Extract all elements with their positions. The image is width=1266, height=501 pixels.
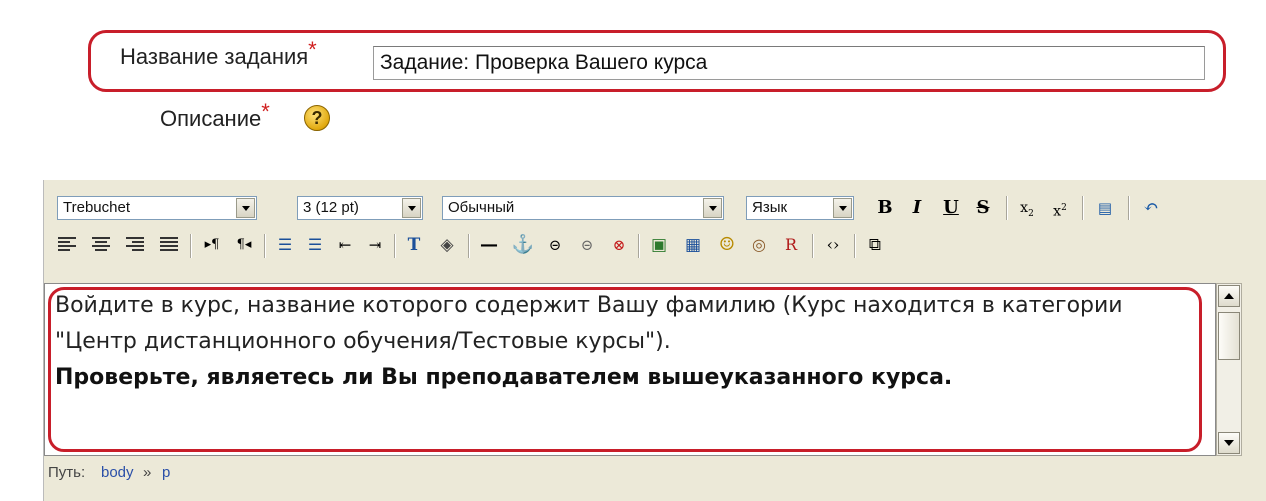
unordered-list-icon[interactable]: ☰ — [302, 232, 328, 258]
toolbar-separator — [1082, 196, 1084, 220]
ordered-list-icon[interactable]: ☰ — [272, 232, 298, 258]
chevron-down-icon — [402, 198, 421, 218]
align-left-icon[interactable] — [58, 237, 76, 251]
toolbar-separator — [468, 234, 470, 258]
rich-text-editor: Trebuchet 3 (12 pt) Обычный Язык B I U S… — [43, 180, 1266, 501]
align-justify-icon[interactable] — [160, 237, 178, 251]
title-label: Название задания* — [120, 37, 317, 70]
align-right-icon[interactable] — [126, 237, 144, 251]
toolbar-separator — [638, 234, 640, 258]
toolbar-separator — [1006, 196, 1008, 220]
indent-icon[interactable]: ⇥ — [362, 232, 388, 258]
path-item-body[interactable]: body — [101, 464, 134, 481]
search-replace-icon[interactable]: R — [778, 232, 804, 258]
special-char-icon[interactable]: ◎ — [746, 232, 772, 258]
font-family-value: Trebuchet — [63, 199, 130, 216]
language-value: Язык — [752, 199, 788, 216]
chevron-down-icon — [1224, 440, 1234, 446]
text-color-icon[interactable]: T — [401, 232, 427, 258]
editor-scrollbar[interactable] — [1216, 283, 1242, 456]
align-center-icon[interactable] — [92, 237, 110, 251]
font-family-select[interactable]: Trebuchet — [57, 196, 257, 220]
paste-word-icon[interactable]: ▤ — [1092, 195, 1118, 221]
help-icon[interactable]: ? — [304, 105, 330, 131]
chevron-down-icon — [703, 198, 722, 218]
status-path-bar: Путь: body » p — [44, 456, 1266, 501]
underline-icon[interactable]: U — [938, 195, 964, 221]
anchor-icon[interactable]: ⚓ — [510, 232, 536, 258]
italic-icon[interactable]: I — [904, 195, 930, 221]
bg-color-icon[interactable]: ◈ — [434, 232, 460, 258]
horizontal-rule-icon[interactable]: — — [476, 232, 502, 258]
required-star: * — [261, 99, 270, 124]
outdent-icon[interactable]: ⇤ — [332, 232, 358, 258]
path-separator: » — [143, 464, 152, 481]
font-size-select[interactable]: 3 (12 pt) — [297, 196, 423, 220]
toolbar-separator — [1128, 196, 1130, 220]
chevron-down-icon — [833, 198, 852, 218]
toolbar-separator — [190, 234, 192, 258]
scroll-down-button[interactable] — [1218, 432, 1240, 454]
path-item-p[interactable]: p — [162, 464, 170, 481]
toolbar-separator — [854, 234, 856, 258]
scroll-thumb[interactable] — [1218, 312, 1240, 360]
format-select[interactable]: Обычный — [442, 196, 724, 220]
unlink-icon[interactable]: ⊝ — [574, 232, 600, 258]
title-label-text: Название задания — [120, 44, 309, 69]
undo-icon[interactable]: ↶ — [1138, 195, 1164, 221]
bold-icon[interactable]: B — [872, 195, 898, 221]
description-label: Описание* — [160, 99, 270, 132]
chevron-up-icon — [1224, 293, 1234, 299]
smiley-icon[interactable]: ☺ — [714, 232, 740, 258]
format-value: Обычный — [448, 199, 515, 216]
content-highlight-annotation — [48, 287, 1202, 452]
scroll-up-button[interactable] — [1218, 285, 1240, 307]
description-label-text: Описание — [160, 106, 262, 131]
chevron-down-icon — [236, 198, 255, 218]
superscript-icon[interactable]: x2 — [1047, 195, 1073, 221]
editor-content-area[interactable]: Войдите в курс, название которого содерж… — [44, 283, 1216, 456]
nolink-icon[interactable]: ⊗ — [606, 232, 632, 258]
image-icon[interactable]: ▣ — [646, 232, 672, 258]
rtl-icon[interactable]: ¶◂ — [231, 232, 257, 258]
fullscreen-icon[interactable]: ⧉ — [862, 232, 888, 258]
language-select[interactable]: Язык — [746, 196, 854, 220]
subscript-icon[interactable]: x2 — [1014, 195, 1040, 221]
toolbar-separator — [264, 234, 266, 258]
required-star: * — [308, 37, 317, 62]
link-icon[interactable]: ⊝ — [542, 232, 568, 258]
toolbar-separator — [394, 234, 396, 258]
table-icon[interactable]: ▦ — [680, 232, 706, 258]
ltr-icon[interactable]: ▸¶ — [199, 232, 225, 258]
html-source-icon[interactable]: ‹› — [820, 232, 846, 258]
toolbar-separator — [812, 234, 814, 258]
path-label: Путь: — [48, 464, 86, 481]
font-size-value: 3 (12 pt) — [303, 199, 359, 216]
title-input[interactable] — [373, 46, 1205, 80]
strikethrough-icon[interactable]: S — [970, 195, 996, 221]
